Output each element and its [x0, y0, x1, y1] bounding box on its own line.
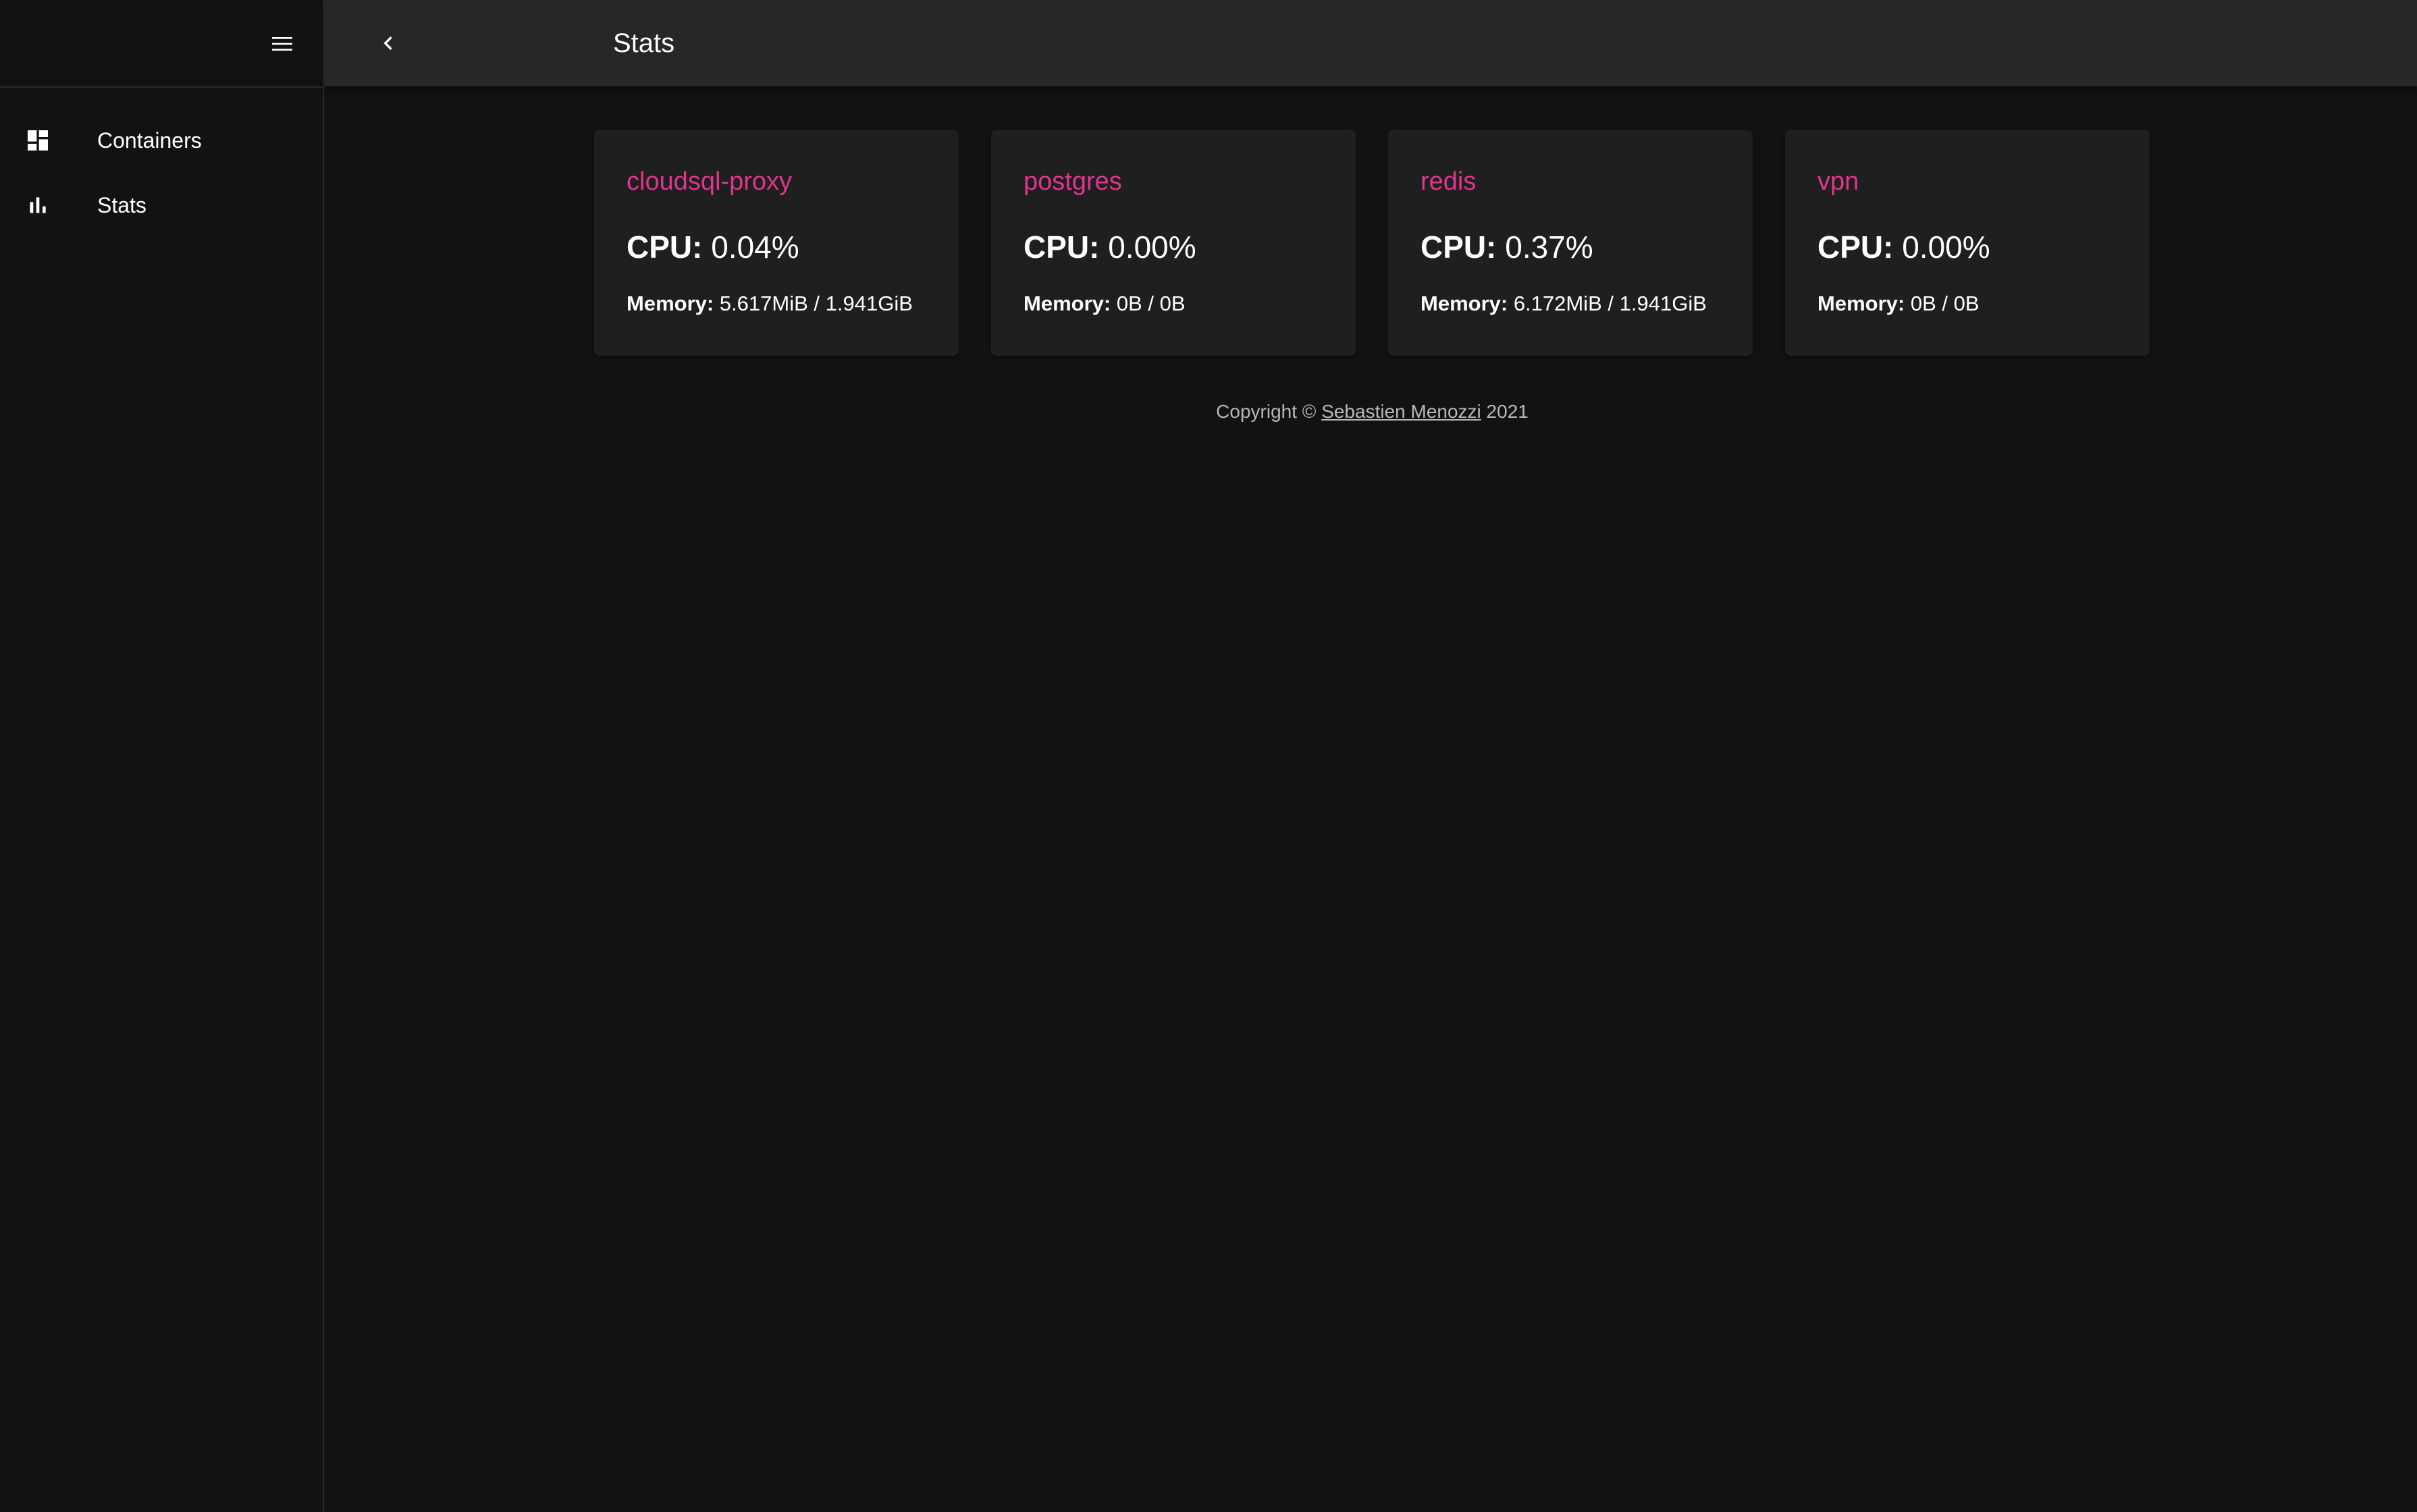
cpu-stat: CPU: 0.37%	[1420, 230, 1720, 265]
sidebar-item-label: Containers	[97, 128, 202, 153]
cpu-value: 0.04%	[711, 230, 799, 265]
container-card-redis: redis CPU: 0.37% Memory: 6.172MiB / 1.94…	[1388, 130, 1753, 356]
container-name: vpn	[1817, 167, 1859, 196]
app-root: Containers Stats Stats cloudsql-proxy CP…	[0, 0, 2417, 1512]
page-title: Stats	[613, 28, 675, 58]
cpu-stat: CPU: 0.00%	[1817, 230, 2117, 265]
footer: Copyright © Sebastien Menozzi 2021	[594, 401, 2150, 423]
container-name: redis	[1420, 167, 1477, 196]
copyright-year: 2021	[1486, 401, 1529, 422]
cpu-stat: CPU: 0.00%	[1024, 230, 1323, 265]
cpu-label: CPU:	[1420, 230, 1497, 265]
top-app-bar: Stats	[324, 0, 2417, 86]
sidebar-item-stats[interactable]: Stats	[0, 173, 323, 238]
container-name: cloudsql-proxy	[627, 167, 792, 196]
sidebar-nav: Containers Stats	[0, 88, 323, 238]
container-card-cloudsql-proxy: cloudsql-proxy CPU: 0.04% Memory: 5.617M…	[594, 130, 959, 356]
chevron-left-icon	[383, 36, 392, 50]
bar-chart-icon	[24, 192, 51, 219]
memory-label: Memory:	[1817, 292, 1905, 315]
sidebar: Containers Stats	[0, 0, 324, 1512]
menu-button[interactable]	[261, 22, 304, 65]
memory-stat: Memory: 6.172MiB / 1.941GiB	[1420, 290, 1720, 317]
memory-stat: Memory: 0B / 0B	[1024, 290, 1323, 317]
cpu-value: 0.00%	[1108, 230, 1196, 265]
back-button[interactable]	[367, 22, 410, 65]
menu-icon	[272, 37, 292, 51]
memory-label: Memory:	[1420, 292, 1508, 315]
memory-stat: Memory: 0B / 0B	[1817, 290, 2117, 317]
memory-value: 0B / 0B	[1116, 292, 1186, 315]
cpu-value: 0.00%	[1902, 230, 1990, 265]
container-name: postgres	[1024, 167, 1122, 196]
container-card-vpn: vpn CPU: 0.00% Memory: 0B / 0B	[1785, 130, 2150, 356]
memory-value: 0B / 0B	[1910, 292, 1980, 315]
sidebar-header	[0, 0, 323, 88]
copyright-prefix: Copyright ©	[1216, 401, 1317, 422]
author-link[interactable]: Sebastien Menozzi	[1321, 401, 1481, 422]
memory-stat: Memory: 5.617MiB / 1.941GiB	[627, 290, 926, 317]
memory-value: 5.617MiB / 1.941GiB	[719, 292, 913, 315]
memory-value: 6.172MiB / 1.941GiB	[1513, 292, 1707, 315]
cpu-value: 0.37%	[1505, 230, 1593, 265]
cpu-label: CPU:	[627, 230, 703, 265]
memory-label: Memory:	[1024, 292, 1111, 315]
memory-label: Memory:	[627, 292, 714, 315]
sidebar-item-label: Stats	[97, 192, 147, 217]
cpu-label: CPU:	[1817, 230, 1894, 265]
dashboard-icon	[24, 127, 51, 154]
container-card-postgres: postgres CPU: 0.00% Memory: 0B / 0B	[991, 130, 1356, 356]
stats-cards: cloudsql-proxy CPU: 0.04% Memory: 5.617M…	[594, 130, 2150, 356]
cpu-stat: CPU: 0.04%	[627, 230, 926, 265]
sidebar-item-containers[interactable]: Containers	[0, 108, 323, 173]
cpu-label: CPU:	[1024, 230, 1100, 265]
